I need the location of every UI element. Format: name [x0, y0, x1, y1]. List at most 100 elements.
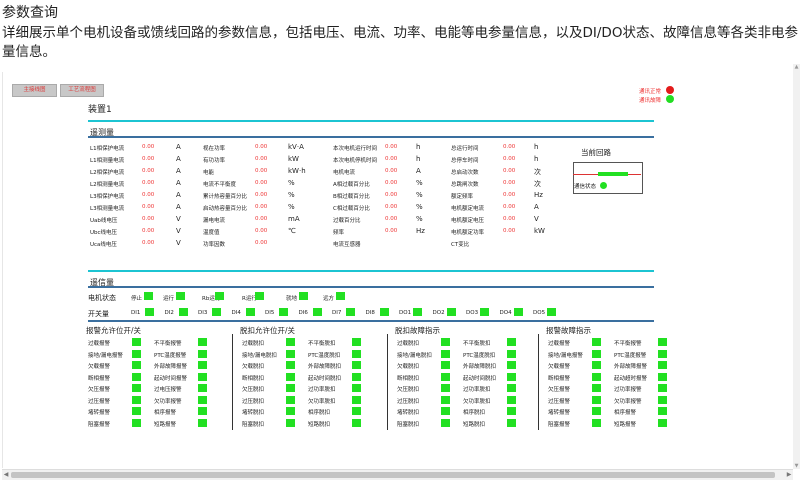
measure-label: 总跳闸次数 [451, 182, 479, 188]
alarm-label: 不平衡脱扣 [308, 341, 336, 347]
alarm-indicator [198, 384, 207, 392]
measure-label: Uab线电压 [90, 218, 118, 224]
io-indicator [547, 308, 556, 316]
measure-label: 功率因数 [203, 242, 226, 248]
measure-value: 0.00 [142, 192, 155, 198]
motor-state-label: 停止 [131, 296, 143, 302]
measure-label: 本次电机运行时间 [333, 146, 378, 152]
vertical-scrollbar[interactable]: ▲ ▼ [793, 64, 800, 469]
alarm-label: 相序报警 [614, 410, 637, 416]
measure-label: L3相测量电流 [90, 206, 125, 212]
io-label: DO5 [533, 310, 546, 316]
measure-unit: % [416, 215, 423, 223]
measure-value: 0.00 [385, 156, 398, 162]
io-label: DI5 [265, 310, 275, 316]
measure-value: 0.00 [142, 240, 155, 246]
motor-state-indicator [144, 292, 153, 300]
measure-unit: Hz [534, 191, 543, 199]
io-indicator [312, 308, 322, 316]
alarm-label: 阻塞报警 [88, 421, 111, 428]
alarm-indicator [441, 395, 450, 404]
measure-label: L2相测量电流 [90, 182, 125, 188]
signals-divider-top [88, 270, 654, 272]
alarm-indicator [592, 361, 601, 369]
io-label: DI7 [332, 310, 342, 316]
alarm-indicator [507, 407, 516, 415]
io-label: DO2 [432, 310, 445, 316]
alarm-label: 欠载报警 [88, 364, 111, 370]
alarm-indicator [286, 395, 295, 404]
alarm-label: 短路脱扣 [308, 421, 331, 428]
measure-unit: kV·A [288, 143, 304, 151]
measure-unit: A [176, 203, 181, 211]
measure-unit: mA [288, 215, 300, 223]
signals-divider [88, 286, 654, 288]
main-wiring-button[interactable]: 主接线图 [12, 84, 57, 97]
alarm-label: 不平衡报警 [614, 341, 642, 347]
measure-unit: A [534, 203, 539, 211]
alarm-label: 起动时间报警 [154, 375, 188, 382]
horizontal-scrollbar[interactable]: ◀ ▶ [2, 469, 793, 480]
measure-value: 0.00 [255, 144, 268, 150]
measure-label: B相过载百分比 [333, 194, 370, 200]
measure-label: 累计热容量百分比 [203, 194, 248, 200]
measure-label: 频率 [333, 230, 345, 236]
measure-value: 0.00 [503, 144, 516, 150]
alarm-indicator [592, 384, 601, 392]
measure-label: CT变比 [451, 242, 470, 248]
measure-unit: h [534, 155, 539, 163]
alarm-label: 欠压报警 [548, 387, 571, 393]
scrollbar-thumb[interactable] [11, 472, 775, 478]
alarm-label: 外部故障脱扣 [463, 364, 497, 370]
io-label: DI4 [231, 310, 241, 316]
alarm-label: 短路报警 [154, 421, 177, 428]
alarm-label: 阻塞脱扣 [242, 421, 265, 428]
alarm-indicator [132, 395, 141, 404]
alarm-label: PTC温度脱扣 [463, 352, 496, 359]
measure-unit: A [176, 167, 181, 175]
measure-unit: kW [288, 155, 299, 163]
io-label: DI1 [131, 310, 141, 316]
measure-value: 0.00 [255, 168, 268, 174]
comm-fault-label: 通讯故障 [639, 98, 662, 104]
io-label: DO1 [399, 310, 412, 316]
alarm-indicator [507, 361, 516, 369]
alarm-indicator [658, 395, 667, 404]
alarm-label: 欠功率脱扣 [308, 398, 336, 405]
measure-unit: A [176, 155, 181, 163]
scroll-left-icon[interactable]: ◀ [2, 471, 10, 479]
alarm-indicator [286, 338, 295, 346]
measure-value: 0.00 [142, 204, 155, 210]
measure-unit: % [416, 203, 423, 211]
io-label: DO3 [466, 310, 479, 316]
io-indicator [145, 308, 154, 316]
measure-label: 视在功率 [203, 146, 226, 152]
alarm-indicator [441, 349, 450, 358]
alarm-indicator [286, 384, 295, 392]
alarm-indicator [352, 395, 361, 404]
alarm-label: 堵转脱扣 [242, 410, 265, 416]
alarm-label: 过压报警 [88, 398, 111, 405]
io-label: DI2 [164, 310, 174, 316]
alarm-indicator [507, 372, 516, 381]
measure-value: 0.00 [255, 228, 268, 234]
io-label: DI8 [365, 310, 375, 316]
measure-value: 0.00 [255, 216, 268, 222]
measure-value: 0.00 [385, 216, 398, 222]
measure-label: 总启动次数 [451, 170, 479, 176]
process-flow-button[interactable]: 工艺流程图 [60, 84, 104, 97]
alarm-label: 起动时间脱扣 [308, 375, 342, 382]
alarm-label: 过压报警 [548, 398, 571, 405]
scroll-down-icon[interactable]: ▼ [793, 463, 800, 469]
scroll-right-icon[interactable]: ▶ [785, 471, 793, 479]
group-separator [387, 334, 388, 430]
measure-value: 0.00 [142, 216, 155, 222]
alarm-indicator [198, 338, 207, 346]
measure-value: 0.00 [503, 204, 516, 210]
alarm-label: 欠功率报警 [614, 398, 642, 405]
io-indicator [513, 308, 523, 316]
alarm-indicator [198, 361, 207, 369]
scroll-up-icon[interactable]: ▲ [793, 64, 800, 70]
alarm-indicator [198, 418, 207, 427]
alarm-indicator [132, 361, 141, 369]
